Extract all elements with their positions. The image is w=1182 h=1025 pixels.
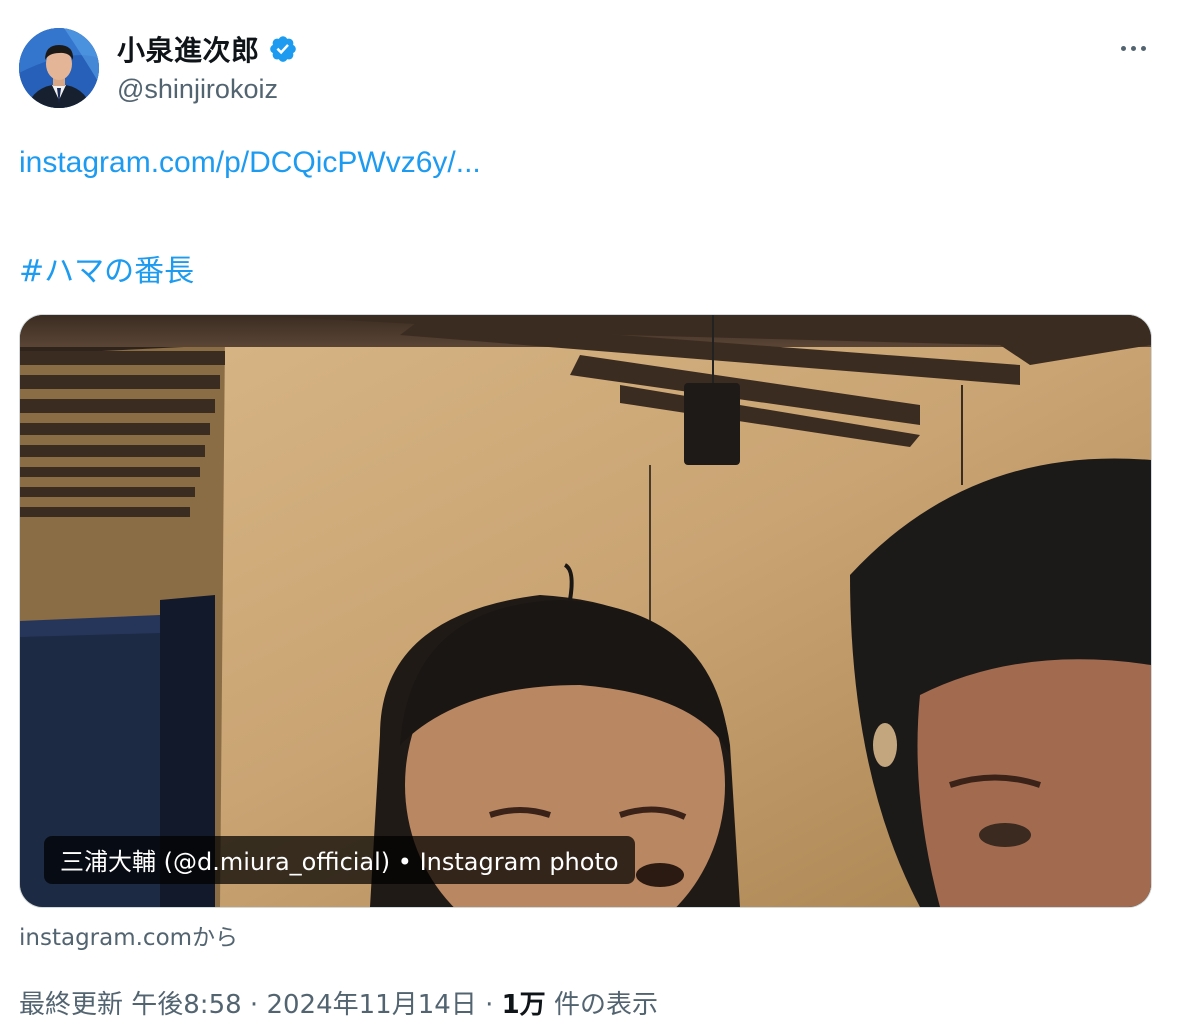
avatar-image <box>19 28 99 108</box>
tweet-meta: 最終更新 午後8:58 · 2024年11月14日 · 1万 件の表示 <box>19 984 658 1021</box>
more-options-button[interactable] <box>1108 30 1158 66</box>
more-options-icon <box>1130 45 1136 51</box>
views-label: 件の表示 <box>553 990 658 1020</box>
more-options-icon <box>1120 45 1126 51</box>
card-source[interactable]: instagram.comから <box>19 918 238 952</box>
meta-separator: · <box>485 990 494 1020</box>
tweet-link[interactable]: instagram.com/p/DCQicPWvz6y/... <box>19 146 481 180</box>
more-options-icon <box>1140 45 1146 51</box>
tweet-hashtag[interactable]: #ハマの番長 <box>19 246 194 290</box>
author-avatar[interactable] <box>19 28 99 108</box>
meta-separator: · <box>249 990 259 1020</box>
tweet-time[interactable]: 最終更新 午後8:58 <box>19 990 242 1020</box>
verified-badge-icon <box>268 34 298 64</box>
preview-photo <box>20 315 1151 907</box>
author-handle[interactable]: @shinjirokoiz <box>117 74 278 105</box>
card-caption: 三浦大輔 (@d.miura_official) • Instagram pho… <box>44 836 635 884</box>
views-count: 1万 <box>501 990 546 1020</box>
author-name-row[interactable]: 小泉進次郎 <box>117 31 298 67</box>
link-preview-card[interactable]: 三浦大輔 (@d.miura_official) • Instagram pho… <box>19 314 1152 908</box>
tweet: 小泉進次郎 @shinjirokoiz instagram.com/p/DCQi… <box>0 0 1182 1025</box>
tweet-date[interactable]: 2024年11月14日 <box>266 990 476 1020</box>
author-display-name[interactable]: 小泉進次郎 <box>117 29 260 69</box>
